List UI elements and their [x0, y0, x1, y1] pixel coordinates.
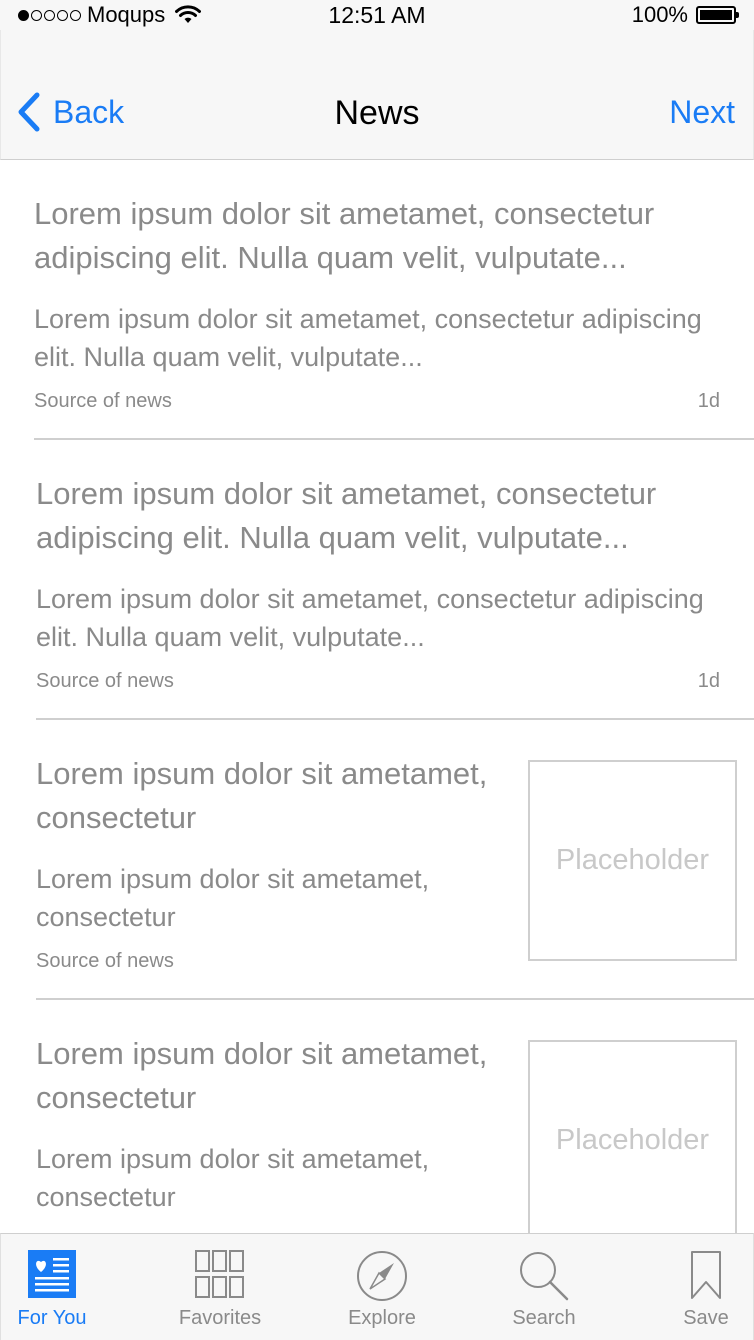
news-source: Source of news [34, 390, 172, 412]
news-summary: Lorem ipsum dolor sit ametamet, consecte… [34, 304, 702, 372]
tab-label: Save [683, 1307, 729, 1329]
tab-save[interactable]: Save [663, 1234, 749, 1340]
tab-label: Explore [348, 1307, 416, 1329]
news-image-placeholder: Placeholder [528, 1040, 737, 1241]
news-summary: Lorem ipsum dolor sit ametamet, consecte… [36, 584, 704, 652]
news-summary: Lorem ipsum dolor sit ametamet, consecte… [36, 1144, 430, 1212]
news-item[interactable]: Lorem ipsum dolor sit ametamet, consecte… [34, 160, 754, 440]
tab-label: For You [17, 1307, 87, 1329]
news-age: 1d [697, 390, 720, 412]
tab-favorites[interactable]: Favorites [173, 1234, 267, 1340]
battery-percent: 100% [631, 2, 688, 27]
news-headline: Lorem ipsum dolor sit ametamet, consecte… [36, 476, 657, 555]
news-headline: Lorem ipsum dolor sit ametamet, consecte… [34, 196, 655, 275]
news-headline: Lorem ipsum dolor sit ametamet, consecte… [36, 1036, 488, 1115]
news-age: 1d [697, 670, 720, 692]
tab-label: Search [512, 1307, 576, 1329]
news-image-placeholder: Placeholder [528, 760, 737, 961]
news-source: Source of news [36, 670, 174, 692]
news-summary: Lorem ipsum dolor sit ametamet, consecte… [36, 864, 430, 932]
status-bar: Moqups 12:51 AM 100% [0, 0, 754, 30]
tab-label: Favorites [178, 1307, 262, 1329]
phone-screen: Moqups 12:51 AM 100% Back News Next Lore… [0, 0, 754, 1340]
tab-bar: For You Favorites Explore Search Save [0, 1233, 754, 1340]
compass-icon [357, 1251, 407, 1301]
navigation-bar: Back News Next [0, 30, 754, 160]
grid-icon [195, 1250, 244, 1298]
page-title: News [334, 94, 420, 132]
tab-search[interactable]: Search [497, 1234, 591, 1340]
tab-explore[interactable]: Explore [335, 1234, 429, 1340]
news-item[interactable]: Lorem ipsum dolor sit ametamet, consecte… [36, 720, 754, 1000]
news-source: Source of news [36, 950, 174, 972]
news-headline: Lorem ipsum dolor sit ametamet, consecte… [36, 756, 488, 835]
newspaper-heart-icon [28, 1250, 76, 1298]
next-button[interactable]: Next [669, 94, 735, 131]
status-right: 100% [631, 2, 739, 28]
bookmark-icon [691, 1251, 721, 1299]
search-icon [520, 1252, 569, 1301]
battery-icon [696, 6, 739, 24]
news-item[interactable]: Lorem ipsum dolor sit ametamet, consecte… [36, 440, 754, 720]
tab-for-you[interactable]: For You [9, 1234, 95, 1340]
battery-fill [700, 10, 732, 20]
